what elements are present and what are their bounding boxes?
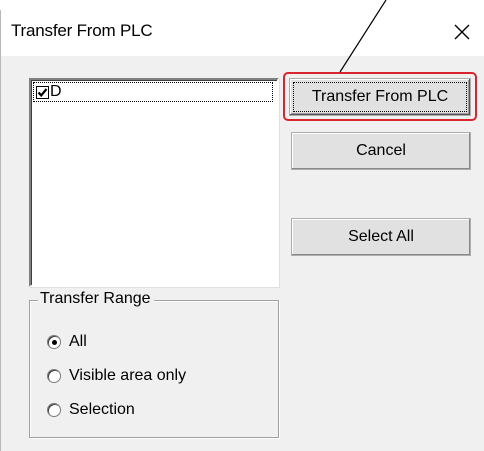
- radio-all[interactable]: All: [47, 331, 87, 353]
- list-item[interactable]: D: [33, 82, 273, 102]
- radio-all-label: All: [69, 333, 87, 350]
- radio-selection[interactable]: Selection: [47, 399, 135, 421]
- transfer-range-legend: Transfer Range: [38, 290, 154, 308]
- title-bar: Transfer From PLC: [1, 10, 484, 56]
- page: Transfer From PLC D Transfer From PLC Ca…: [0, 0, 484, 451]
- radio-visible-area-only[interactable]: Visible area only: [47, 365, 186, 387]
- dialog-title: Transfer From PLC: [11, 21, 153, 40]
- close-icon: [454, 24, 470, 40]
- focus-rectangle: [293, 82, 467, 112]
- radio-button[interactable]: [47, 335, 61, 349]
- radio-visible-area-label: Visible area only: [69, 367, 187, 384]
- device-checkbox[interactable]: [36, 85, 49, 99]
- transfer-range-group: Transfer Range All Visible area only Sel…: [29, 290, 279, 438]
- radio-button[interactable]: [47, 369, 61, 383]
- cancel-button[interactable]: Cancel: [291, 132, 471, 170]
- radio-button[interactable]: [47, 403, 61, 417]
- transfer-from-plc-button[interactable]: Transfer From PLC: [289, 78, 471, 116]
- radio-selected-dot: [51, 339, 57, 345]
- device-listbox[interactable]: D: [29, 78, 279, 287]
- transfer-dialog: Transfer From PLC D Transfer From PLC Ca…: [0, 10, 484, 451]
- radio-selection-label: Selection: [69, 401, 135, 418]
- checkmark-icon: [37, 87, 48, 97]
- device-label: D: [50, 83, 62, 100]
- dialog-body: D Transfer From PLC Cancel Select All Tr…: [1, 56, 484, 451]
- select-all-button[interactable]: Select All: [291, 218, 471, 256]
- close-button[interactable]: [439, 10, 484, 54]
